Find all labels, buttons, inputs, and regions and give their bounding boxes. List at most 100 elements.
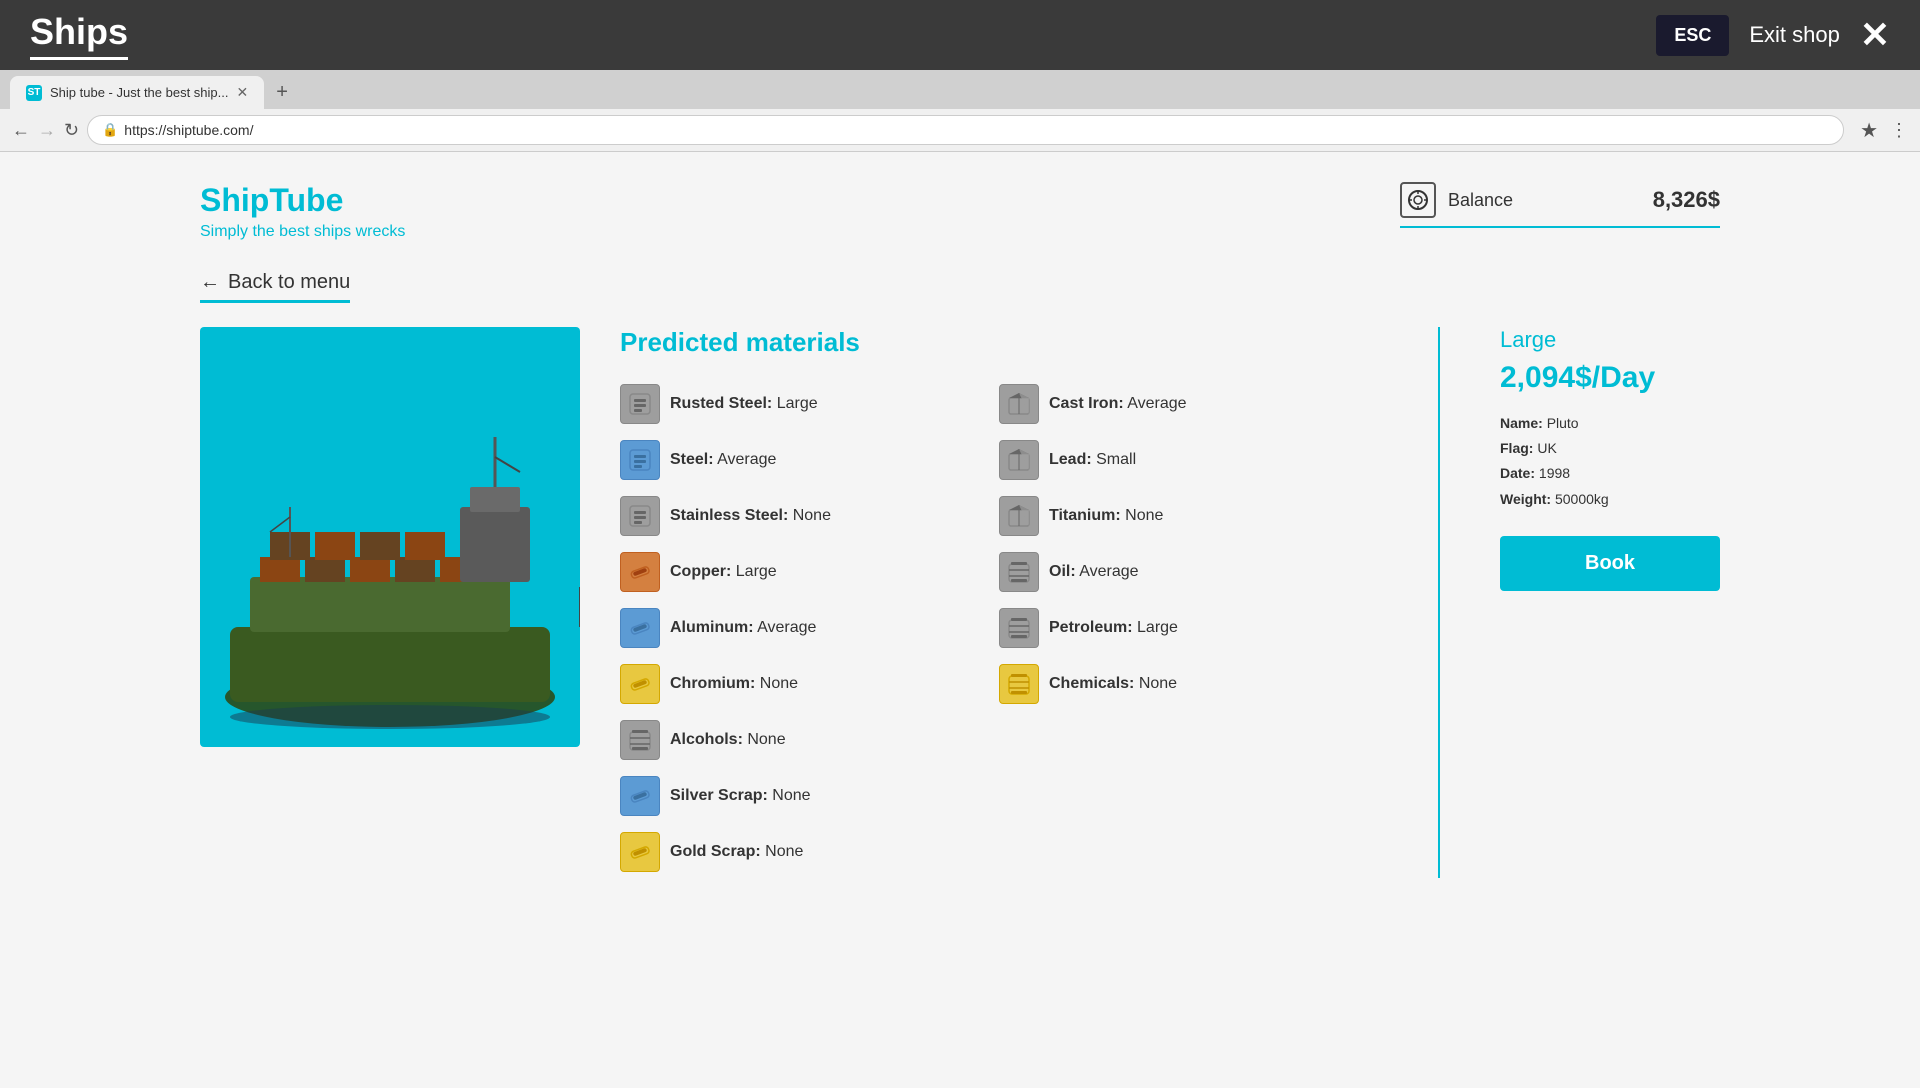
site-brand: ShipTube Simply the best ships wrecks: [200, 182, 405, 241]
material-label: Petroleum: Large: [1049, 619, 1178, 637]
material-name: Aluminum:: [670, 619, 754, 636]
material-label: Chromium: None: [670, 675, 798, 693]
material-row: Chromium: None: [620, 658, 999, 710]
tab-close-icon[interactable]: ✕: [237, 84, 249, 101]
material-name: Lead:: [1049, 451, 1092, 468]
material-icon: [999, 664, 1039, 704]
material-icon: [620, 720, 660, 760]
esc-button[interactable]: ESC: [1656, 15, 1729, 56]
material-name: Titanium:: [1049, 507, 1121, 524]
material-row: Chemicals: None: [999, 658, 1378, 710]
tab-bar: ST Ship tube - Just the best ship... ✕ +: [0, 70, 1920, 109]
material-name: Steel:: [670, 451, 714, 468]
material-label: Chemicals: None: [1049, 675, 1177, 693]
back-button-label: Back to menu: [228, 271, 350, 294]
balance-icon: [1400, 182, 1436, 218]
material-label: Copper: Large: [670, 563, 777, 581]
material-icon: [620, 664, 660, 704]
nav-forward-button[interactable]: →: [38, 120, 56, 141]
material-label: Oil: Average: [1049, 563, 1139, 581]
back-arrow-icon: ←: [200, 271, 220, 294]
material-name: Rusted Steel:: [670, 395, 772, 412]
close-button[interactable]: ✕: [1860, 17, 1890, 53]
material-label: Gold Scrap: None: [670, 843, 803, 861]
ship-name: Pluto: [1547, 415, 1579, 431]
active-tab[interactable]: ST Ship tube - Just the best ship... ✕: [10, 76, 264, 109]
app-title: Ships: [30, 11, 128, 60]
address-bar-row: ← → ↻ 🔒 https://shiptube.com/ ★ ⋮: [0, 109, 1920, 151]
book-button[interactable]: Book: [1500, 536, 1720, 591]
main-content: Predicted materials Rusted Steel: Large …: [200, 327, 1720, 878]
material-row: Titanium: None: [999, 490, 1378, 542]
material-icon: [999, 384, 1039, 424]
material-icon: [620, 776, 660, 816]
exit-shop-label[interactable]: Exit shop: [1749, 22, 1840, 48]
material-label: Aluminum: Average: [670, 619, 816, 637]
material-row: Oil: Average: [999, 546, 1378, 598]
material-icon: [999, 608, 1039, 648]
material-icon: [999, 440, 1039, 480]
material-name: Chromium:: [670, 675, 755, 692]
material-row: Petroleum: Large: [999, 602, 1378, 654]
bookmark-icon[interactable]: ★: [1860, 118, 1878, 143]
material-row: Lead: Small: [999, 434, 1378, 486]
material-row: Alcohols: None: [620, 714, 999, 766]
address-text: https://shiptube.com/: [124, 122, 253, 138]
material-name: Gold Scrap:: [670, 843, 761, 860]
vertical-divider: [1438, 327, 1440, 878]
material-name: Silver Scrap:: [670, 787, 768, 804]
site-header: ShipTube Simply the best ships wrecks Ba…: [200, 182, 1720, 241]
ship-details: Name: Pluto Flag: UK Date: 1998 Weight: …: [1500, 411, 1720, 512]
tab-title: Ship tube - Just the best ship...: [50, 85, 229, 100]
address-bar[interactable]: 🔒 https://shiptube.com/: [87, 115, 1844, 145]
material-label: Cast Iron: Average: [1049, 395, 1187, 413]
ship-date: 1998: [1539, 465, 1570, 481]
material-label: Silver Scrap: None: [670, 787, 811, 805]
materials-section: Predicted materials Rusted Steel: Large …: [620, 327, 1378, 878]
material-icon: [620, 552, 660, 592]
site-title: ShipTube: [200, 182, 405, 219]
right-panel: Large 2,094$/Day Name: Pluto Flag: UK Da…: [1500, 327, 1720, 591]
balance-label: Balance: [1448, 190, 1513, 211]
back-button[interactable]: ← Back to menu: [200, 271, 350, 303]
site-subtitle: Simply the best ships wrecks: [200, 223, 405, 241]
material-row: Steel: Average: [620, 434, 999, 486]
materials-grid: Rusted Steel: Large Steel: Average Stain…: [620, 378, 1378, 878]
material-name: Cast Iron:: [1049, 395, 1124, 412]
material-label: Steel: Average: [670, 451, 776, 469]
material-label: Titanium: None: [1049, 507, 1163, 525]
material-row: Rusted Steel: Large: [620, 378, 999, 430]
material-name: Petroleum:: [1049, 619, 1133, 636]
balance-section: Balance 8,326$: [1400, 182, 1720, 228]
materials-title: Predicted materials: [620, 327, 1378, 358]
material-name: Chemicals:: [1049, 675, 1134, 692]
app-bar-right: ESC Exit shop ✕: [1656, 15, 1890, 56]
material-name: Oil:: [1049, 563, 1076, 580]
materials-right: Cast Iron: Average Lead: Small Titanium:…: [999, 378, 1378, 878]
nav-back-button[interactable]: ←: [12, 120, 30, 141]
tab-favicon: ST: [26, 85, 42, 101]
material-label: Stainless Steel: None: [670, 507, 831, 525]
new-tab-button[interactable]: +: [268, 77, 296, 108]
material-label: Alcohols: None: [670, 731, 786, 749]
ship-weight: 50000kg: [1555, 491, 1609, 507]
material-icon: [620, 832, 660, 872]
material-row: Cast Iron: Average: [999, 378, 1378, 430]
app-bar: Ships ESC Exit shop ✕: [0, 0, 1920, 70]
balance-amount: 8,326$: [1653, 187, 1720, 213]
material-icon: [999, 552, 1039, 592]
browser-menu-icon[interactable]: ⋮: [1890, 120, 1908, 141]
size-label: Large: [1500, 327, 1720, 353]
material-icon: [620, 384, 660, 424]
material-icon: [620, 496, 660, 536]
materials-left: Rusted Steel: Large Steel: Average Stain…: [620, 378, 999, 878]
material-name: Alcohols:: [670, 731, 743, 748]
material-icon: [999, 496, 1039, 536]
nav-reload-button[interactable]: ↻: [64, 120, 79, 141]
browser-chrome: ST Ship tube - Just the best ship... ✕ +…: [0, 70, 1920, 152]
material-row: Gold Scrap: None: [620, 826, 999, 878]
material-row: Stainless Steel: None: [620, 490, 999, 542]
material-row: Aluminum: Average: [620, 602, 999, 654]
material-label: Rusted Steel: Large: [670, 395, 818, 413]
page-content: ShipTube Simply the best ships wrecks Ba…: [0, 152, 1920, 1088]
